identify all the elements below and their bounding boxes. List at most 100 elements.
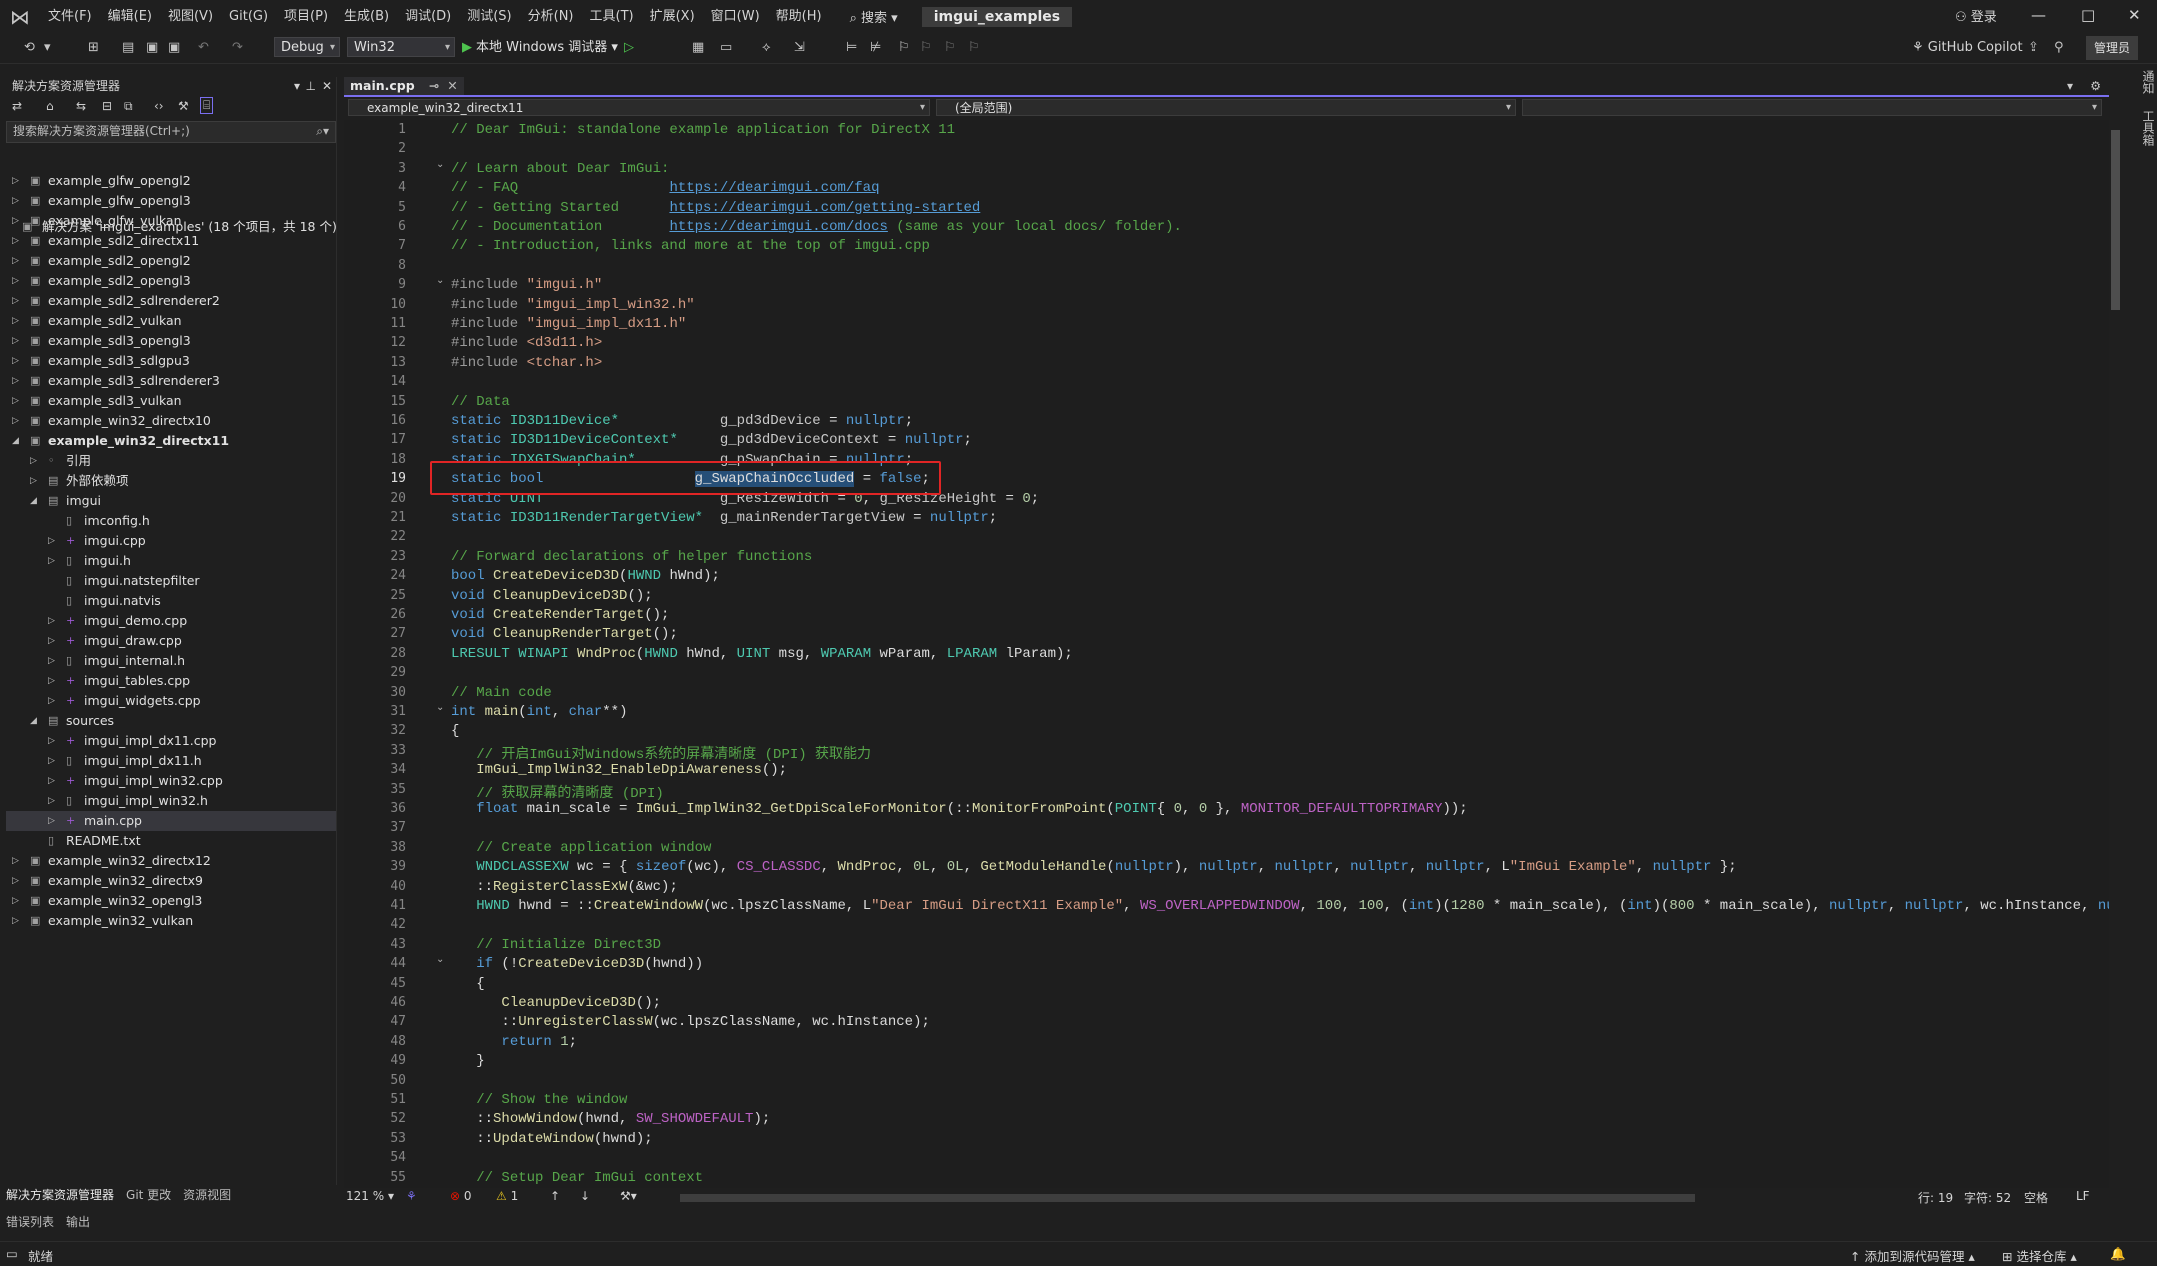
- tree-item[interactable]: ▷ ▣ example_sdl2_opengl3: [6, 271, 336, 291]
- toolbox-tab[interactable]: 工具箱: [2141, 110, 2155, 146]
- tree-item[interactable]: ▷ ◦ 引用: [6, 451, 336, 471]
- tree-item[interactable]: ▷ ▣ example_sdl2_directx11: [6, 231, 336, 251]
- collapsed-arrow-icon[interactable]: ▷: [12, 851, 19, 871]
- bookmark-clear-icon[interactable]: ⚐: [968, 38, 980, 58]
- project-dropdown[interactable]: example_win32_directx11: [348, 99, 930, 116]
- collapsed-arrow-icon[interactable]: ▷: [12, 871, 19, 891]
- new-project-icon[interactable]: ⊞: [88, 38, 99, 58]
- panel-tab[interactable]: 资源视图: [183, 1186, 231, 1204]
- output-tab[interactable]: 错误列表: [6, 1213, 54, 1231]
- forward-icon[interactable]: ▾: [44, 38, 51, 58]
- code-editor[interactable]: 1 2 3 4 5 6 7 8 9 10 11 12 13 14 15 16 17 18 19 20 21 22 23 24 2…: [344, 120, 2109, 1188]
- collapsed-arrow-icon[interactable]: ▷: [12, 891, 19, 911]
- minimize-button[interactable]: —: [2031, 6, 2046, 24]
- tree-item[interactable]: ▷ ▣ example_sdl2_vulkan: [6, 311, 336, 331]
- menu-item[interactable]: 视图(V): [160, 0, 221, 33]
- uncomment-icon[interactable]: ⊭: [870, 38, 881, 58]
- expanded-arrow-icon[interactable]: ◢: [30, 711, 37, 731]
- config-dropdown[interactable]: Debug: [274, 37, 340, 58]
- tree-item[interactable]: ▯ imgui.natvis: [6, 591, 336, 611]
- collapsed-arrow-icon[interactable]: ▷: [48, 611, 55, 631]
- panel-tab[interactable]: Git 更改: [126, 1186, 171, 1204]
- collapsed-arrow-icon[interactable]: ▷: [48, 671, 55, 691]
- code-icon[interactable]: ‹›: [154, 99, 164, 113]
- menu-item[interactable]: Git(G): [221, 0, 276, 33]
- save-all-icon[interactable]: ▣: [168, 38, 180, 58]
- bookmark-prev-icon[interactable]: ⚐: [920, 38, 932, 58]
- tree-item[interactable]: ▷ ▣ example_win32_vulkan: [6, 911, 336, 931]
- collapsed-arrow-icon[interactable]: ▷: [12, 331, 19, 351]
- tree-item[interactable]: ▷ ▣ example_win32_directx9: [6, 871, 336, 891]
- start-without-debug-icon[interactable]: ▷: [624, 38, 634, 58]
- tree-item[interactable]: ▷ ▣ example_sdl3_opengl3: [6, 331, 336, 351]
- collapsed-arrow-icon[interactable]: ▷: [12, 911, 19, 931]
- share-icon[interactable]: ⇪: [2028, 38, 2039, 58]
- maximize-button[interactable]: □: [2081, 6, 2095, 24]
- fold-toggle-icon[interactable]: ⌄: [436, 954, 444, 965]
- collapsed-arrow-icon[interactable]: ▷: [12, 171, 19, 191]
- menu-item[interactable]: 扩展(X): [642, 0, 703, 33]
- tree-item[interactable]: ▯ imgui.natstepfilter: [6, 571, 336, 591]
- fold-toggle-icon[interactable]: ⌄: [436, 702, 444, 713]
- comment-icon[interactable]: ⊨: [846, 38, 857, 58]
- pin-tab-icon[interactable]: ⊸: [429, 78, 439, 93]
- menu-item[interactable]: 测试(S): [459, 0, 519, 33]
- home-icon[interactable]: ⌂: [46, 99, 54, 113]
- redo-icon[interactable]: ↷: [232, 38, 243, 58]
- feedback-icon[interactable]: ⚲: [2054, 38, 2064, 58]
- tree-item[interactable]: ▷ + imgui_draw.cpp: [6, 631, 336, 651]
- fold-toggle-icon[interactable]: ⌄: [436, 159, 444, 170]
- fold-toggle-icon[interactable]: ⌄: [436, 275, 444, 286]
- tab-main-cpp[interactable]: main.cpp ⊸ ✕: [344, 77, 464, 95]
- tree-item[interactable]: ▯ README.txt: [6, 831, 336, 851]
- collapsed-arrow-icon[interactable]: ▷: [12, 291, 19, 311]
- bookmark-icon[interactable]: ⚐: [898, 38, 910, 58]
- tree-item[interactable]: ◢ ▤ imgui: [6, 491, 336, 511]
- menu-item[interactable]: 调试(D): [397, 0, 459, 33]
- back-icon[interactable]: ⟲: [24, 38, 35, 58]
- eol-indicator[interactable]: LF: [2076, 1189, 2090, 1203]
- notifications-tab[interactable]: 通知: [2141, 70, 2155, 94]
- collapsed-arrow-icon[interactable]: ▷: [48, 751, 55, 771]
- collapsed-arrow-icon[interactable]: ▷: [48, 811, 55, 831]
- copilot-status-icon[interactable]: ⚘: [406, 1189, 417, 1203]
- tree-item[interactable]: ▷ + imgui_tables.cpp: [6, 671, 336, 691]
- collapsed-arrow-icon[interactable]: ▷: [12, 271, 19, 291]
- output-tab[interactable]: 输出: [66, 1213, 90, 1231]
- collapsed-arrow-icon[interactable]: ▷: [48, 651, 55, 671]
- layout-icon[interactable]: ▭: [720, 38, 732, 58]
- collapsed-arrow-icon[interactable]: ▷: [30, 451, 37, 471]
- cleanup-icon[interactable]: ⚒▾: [620, 1189, 637, 1203]
- pin-icon[interactable]: ⊥: [306, 77, 316, 95]
- tree-item[interactable]: ▷ ▯ imgui_impl_dx11.h: [6, 751, 336, 771]
- bookmark-next-icon[interactable]: ⚐: [944, 38, 956, 58]
- tree-item[interactable]: ▷ ▣ example_win32_directx10: [6, 411, 336, 431]
- vertical-scrollbar[interactable]: [2109, 120, 2123, 1188]
- tree-item[interactable]: ▷ ▣ example_glfw_opengl3: [6, 191, 336, 211]
- tree-item[interactable]: ▷ + imgui_impl_dx11.cpp: [6, 731, 336, 751]
- tree-item[interactable]: ▷ ▯ imgui_impl_win32.h: [6, 791, 336, 811]
- tree-item[interactable]: ▷ + imgui_demo.cpp: [6, 611, 336, 631]
- expanded-arrow-icon[interactable]: ◢: [30, 491, 37, 511]
- next-issue-icon[interactable]: ↓: [580, 1189, 590, 1203]
- github-copilot-button[interactable]: ⚘ GitHub Copilot: [1912, 38, 2023, 58]
- tree-item[interactable]: ▯ imconfig.h: [6, 511, 336, 531]
- menu-item[interactable]: 文件(F): [40, 0, 100, 33]
- scrollbar-thumb[interactable]: [2111, 130, 2120, 310]
- scope-dropdown[interactable]: (全局范围): [936, 99, 1516, 116]
- collapsed-arrow-icon[interactable]: ▷: [30, 471, 37, 491]
- prev-issue-icon[interactable]: ↑: [550, 1189, 560, 1203]
- close-tab-icon[interactable]: ✕: [447, 78, 457, 93]
- undo-icon[interactable]: ↶: [198, 38, 209, 58]
- collapsed-arrow-icon[interactable]: ▷: [48, 771, 55, 791]
- collapsed-arrow-icon[interactable]: ▷: [12, 251, 19, 271]
- admin-badge[interactable]: 管理员: [2086, 36, 2139, 60]
- collapsed-arrow-icon[interactable]: ▷: [12, 191, 19, 211]
- tab-list-icon[interactable]: ▾: [2067, 79, 2073, 93]
- notification-bell-icon[interactable]: 🔔: [2110, 1246, 2126, 1262]
- zoom-level[interactable]: 121 % ▾: [346, 1189, 394, 1203]
- close-button[interactable]: ✕: [2128, 6, 2141, 24]
- collapsed-arrow-icon[interactable]: ▷: [48, 531, 55, 551]
- menu-item[interactable]: 分析(N): [520, 0, 582, 33]
- properties-icon[interactable]: ⚒: [178, 99, 189, 113]
